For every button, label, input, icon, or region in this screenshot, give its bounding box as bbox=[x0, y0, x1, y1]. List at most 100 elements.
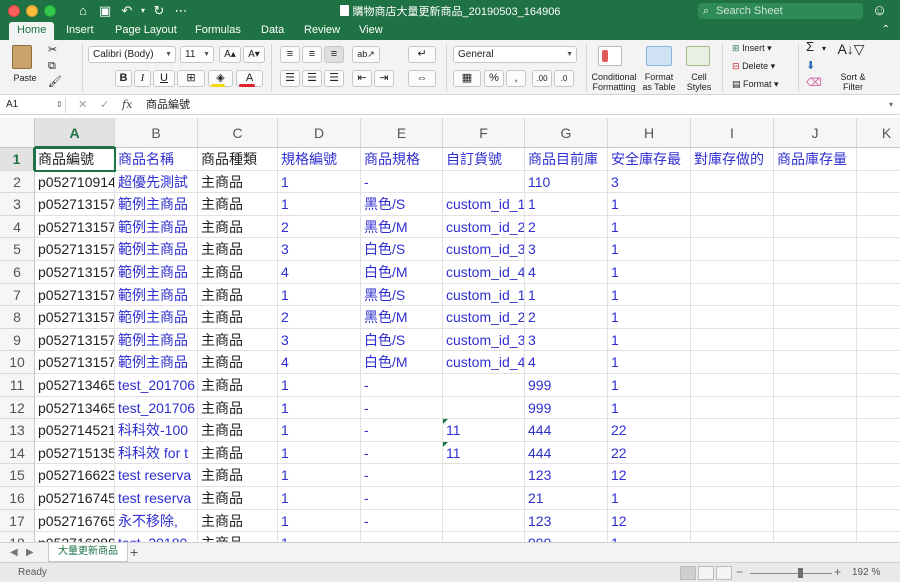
cell-f6[interactable]: custom_id_4 bbox=[443, 261, 525, 284]
cell-a7[interactable]: p052713157 bbox=[35, 283, 115, 307]
cell-b11[interactable]: test_201706 bbox=[115, 374, 198, 397]
row-header[interactable]: 1 bbox=[0, 148, 35, 171]
cell-b5[interactable]: 範例主商品 bbox=[115, 238, 198, 261]
cell-e15[interactable]: - bbox=[361, 464, 443, 487]
tab-data[interactable]: Data bbox=[253, 22, 292, 40]
cell-e6[interactable]: 白色/M bbox=[361, 261, 443, 284]
font-name-dropdown[interactable]: Calibri (Body) ▼ bbox=[88, 46, 176, 63]
cell-k6[interactable] bbox=[857, 261, 900, 284]
cell-h4[interactable]: 1 bbox=[608, 215, 691, 239]
row-header[interactable]: 17 bbox=[0, 509, 35, 533]
cell-f10[interactable]: custom_id_4 bbox=[443, 351, 525, 374]
cell-h1[interactable]: 安全庫存最 bbox=[608, 148, 691, 171]
cell-j18[interactable] bbox=[774, 532, 857, 542]
cell-g3[interactable]: 1 bbox=[525, 193, 608, 216]
cell-d8[interactable]: 2 bbox=[278, 306, 361, 329]
cell-g11[interactable]: 999 bbox=[525, 374, 608, 397]
cell-f18[interactable] bbox=[443, 532, 525, 542]
fill-icon[interactable]: ⬇ bbox=[806, 61, 815, 72]
cell-h15[interactable]: 12 bbox=[608, 464, 691, 487]
cell-c7[interactable]: 主商品 bbox=[198, 283, 278, 307]
page-layout-view-button[interactable] bbox=[698, 566, 714, 580]
cell-d1[interactable]: 規格編號 bbox=[278, 148, 361, 171]
cell-b2[interactable]: 超優先測試 bbox=[115, 170, 198, 194]
cell-h12[interactable]: 1 bbox=[608, 396, 691, 420]
cell-a8[interactable]: p052713157 bbox=[35, 306, 115, 329]
cell-a18[interactable]: p052716989 bbox=[35, 532, 115, 542]
column-header-i[interactable]: I bbox=[691, 118, 774, 148]
format-cells-button[interactable]: ▤ Format ▾ bbox=[732, 79, 792, 89]
cell-b3[interactable]: 範例主商品 bbox=[115, 193, 198, 216]
cell-g7[interactable]: 1 bbox=[525, 283, 608, 307]
cell-b17[interactable]: 永不移除, bbox=[115, 509, 198, 533]
cell-d11[interactable]: 1 bbox=[278, 374, 361, 397]
previous-sheet-icon[interactable]: ◀ bbox=[10, 545, 18, 561]
cell-a3[interactable]: p052713157 bbox=[35, 193, 115, 216]
align-center-button[interactable]: ☰ bbox=[302, 70, 322, 87]
cell-k2[interactable] bbox=[857, 171, 900, 194]
cell-j1[interactable]: 商品庫存量 bbox=[774, 148, 857, 171]
cell-b13[interactable]: 科科效-100 bbox=[115, 419, 198, 442]
cell-b16[interactable]: test reserva bbox=[115, 487, 198, 510]
redo-icon[interactable]: ↻ bbox=[150, 2, 168, 20]
cell-d15[interactable]: 1 bbox=[278, 464, 361, 487]
cell-i5[interactable] bbox=[691, 238, 774, 261]
font-size-dropdown[interactable]: 11 ▼ bbox=[180, 46, 214, 63]
format-painter-icon[interactable]: 🖌 bbox=[48, 77, 62, 88]
cell-b15[interactable]: test reserva bbox=[115, 464, 198, 487]
cell-e11[interactable]: - bbox=[361, 374, 443, 397]
comma-style-button[interactable]: , bbox=[506, 70, 526, 87]
cell-h14[interactable]: 22 bbox=[608, 441, 691, 465]
cell-d10[interactable]: 4 bbox=[278, 351, 361, 374]
normal-view-button[interactable] bbox=[680, 566, 696, 580]
zoom-window-button[interactable] bbox=[44, 5, 56, 17]
cell-k11[interactable] bbox=[857, 374, 900, 397]
zoom-out-button[interactable]: − bbox=[736, 565, 743, 579]
cell-j8[interactable] bbox=[774, 306, 857, 329]
cell-i4[interactable] bbox=[691, 215, 774, 239]
insert-function-icon[interactable]: fx bbox=[122, 97, 132, 113]
name-box-dropdown-icon[interactable]: ⇕ bbox=[56, 97, 63, 113]
cell-j11[interactable] bbox=[774, 374, 857, 397]
cell-i12[interactable] bbox=[691, 396, 774, 420]
row-header[interactable]: 15 bbox=[0, 464, 35, 487]
row-header[interactable]: 8 bbox=[0, 306, 35, 329]
cell-h3[interactable]: 1 bbox=[608, 193, 691, 216]
accounting-format-button[interactable]: ▦ bbox=[453, 70, 481, 87]
cell-d9[interactable]: 3 bbox=[278, 328, 361, 352]
increase-decimal-button[interactable]: .00 bbox=[532, 70, 552, 87]
cell-d16[interactable]: 1 bbox=[278, 487, 361, 510]
increase-font-size-button[interactable]: A▴ bbox=[219, 46, 241, 63]
cell-j17[interactable] bbox=[774, 509, 857, 533]
cell-g15[interactable]: 123 bbox=[525, 464, 608, 487]
cell-c6[interactable]: 主商品 bbox=[198, 261, 278, 284]
cell-k15[interactable] bbox=[857, 464, 900, 487]
cell-d13[interactable]: 1 bbox=[278, 419, 361, 442]
tab-insert[interactable]: Insert bbox=[58, 22, 102, 40]
cell-e8[interactable]: 黑色/M bbox=[361, 306, 443, 329]
cell-a16[interactable]: p052716745 bbox=[35, 487, 115, 510]
cell-e5[interactable]: 白色/S bbox=[361, 238, 443, 261]
cell-j12[interactable] bbox=[774, 396, 857, 420]
cell-f11[interactable] bbox=[443, 374, 525, 397]
cell-g14[interactable]: 444 bbox=[525, 441, 608, 465]
cell-e9[interactable]: 白色/S bbox=[361, 328, 443, 352]
cell-i10[interactable] bbox=[691, 351, 774, 374]
cell-k3[interactable] bbox=[857, 193, 900, 216]
cell-e12[interactable]: - bbox=[361, 396, 443, 420]
select-all-corner[interactable] bbox=[0, 118, 35, 148]
tab-view[interactable]: View bbox=[351, 22, 391, 40]
cell-d3[interactable]: 1 bbox=[278, 193, 361, 216]
cell-a2[interactable]: p052710914 bbox=[35, 170, 115, 194]
cell-h13[interactable]: 22 bbox=[608, 419, 691, 442]
tab-page-layout[interactable]: Page Layout bbox=[107, 22, 185, 40]
cell-e10[interactable]: 白色/M bbox=[361, 351, 443, 374]
cell-i13[interactable] bbox=[691, 419, 774, 442]
cell-i15[interactable] bbox=[691, 464, 774, 487]
cell-a15[interactable]: p052716623 bbox=[35, 464, 115, 487]
cell-j3[interactable] bbox=[774, 193, 857, 216]
cell-c3[interactable]: 主商品 bbox=[198, 193, 278, 216]
row-header[interactable]: 10 bbox=[0, 351, 35, 374]
cell-g18[interactable]: 999 bbox=[525, 532, 608, 542]
cell-f2[interactable] bbox=[443, 170, 525, 194]
